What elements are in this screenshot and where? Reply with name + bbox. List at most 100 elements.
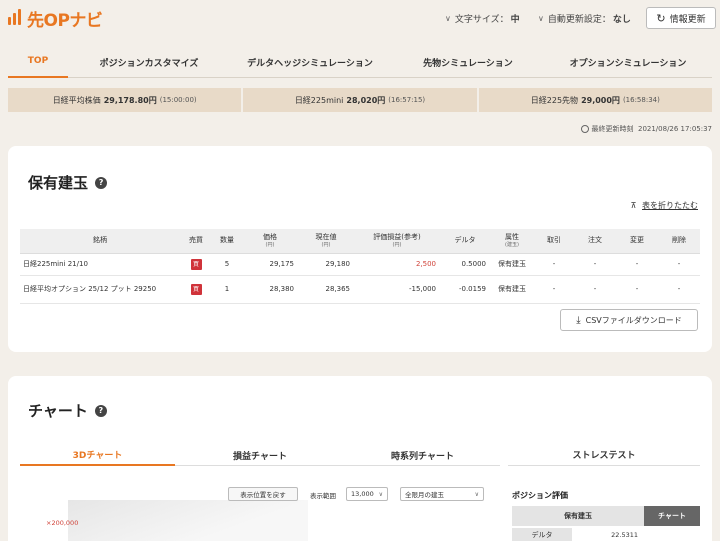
col-header: 現在値 (円): [298, 229, 354, 254]
price-value: 28,020円: [346, 95, 386, 105]
cell-price: 28,380: [242, 275, 298, 304]
last-updated: 最終更新時刻 2021/08/26 17:05:37: [580, 124, 712, 134]
buy-badge: 買: [190, 283, 202, 295]
chart-tabs: 3Dチャート 損益チャート 時系列チャート: [20, 444, 500, 466]
price-value: 29,178.80円: [103, 95, 157, 105]
tab-option-sim[interactable]: オプションシミュレーション: [553, 46, 703, 78]
position-eval-title: ポジション評価: [512, 491, 568, 500]
col-holding: 保有建玉: [512, 506, 644, 526]
col-header: 属性 (建玉): [490, 229, 534, 254]
cell-current: 29,180: [298, 253, 354, 276]
cell-order: -: [574, 253, 616, 276]
price-time: (16:57:15): [388, 96, 426, 104]
refresh-button-label: 情報更新: [669, 14, 706, 25]
range-select-value: 13,000: [351, 490, 374, 498]
cell-pl: -15,000: [354, 275, 440, 304]
chart-card: チャート ? 3Dチャート 損益チャート 時系列チャート ストレステスト ×20…: [8, 376, 712, 541]
position-eval-table: 保有建玉 チャート デルタ 22.5311: [512, 506, 700, 541]
buy-badge: 買: [190, 258, 202, 270]
tab-stress-test[interactable]: ストレステスト: [508, 444, 700, 466]
col-header: 削除: [658, 229, 700, 254]
download-icon: ⤓: [576, 314, 581, 326]
row-delta-value: 22.5311: [611, 531, 638, 539]
csv-download-label: CSVファイルダウンロード: [585, 315, 682, 325]
tab-top[interactable]: TOP: [8, 46, 68, 78]
cell-side: 買: [180, 253, 212, 276]
tab-pl-chart[interactable]: 損益チャート: [185, 444, 335, 466]
col-header: 価格 (円): [242, 229, 298, 254]
auto-refresh-value: なし: [612, 15, 631, 25]
cell-side: 買: [180, 275, 212, 304]
cell-attr: 保有建玉: [490, 275, 534, 304]
chart-3d-canvas[interactable]: [68, 500, 308, 541]
price-name: 日経225先物: [530, 95, 579, 105]
col-header: 売買: [180, 229, 212, 254]
cell-trade: -: [534, 253, 574, 276]
help-icon[interactable]: ?: [94, 404, 107, 417]
price-time: (15:00:00): [159, 96, 197, 104]
tab-timeseries-chart[interactable]: 時系列チャート: [345, 444, 500, 466]
price-nikkei-mini: 日経225mini 28,020円 (16:57:15): [243, 88, 477, 112]
range-select[interactable]: 13,000 ∨: [346, 487, 388, 501]
table-row[interactable]: 日経平均オプション 25/12 プット 29250 買 1 28,380 28,…: [20, 275, 700, 304]
holdings-title: 保有建玉 ?: [28, 172, 108, 193]
font-size-label: 文字サイズ：: [454, 15, 509, 25]
col-header: デルタ: [440, 229, 490, 254]
collapse-icon: ⊼: [630, 201, 637, 210]
font-size-setting[interactable]: ∨ 文字サイズ： 中: [445, 12, 520, 25]
cell-order: -: [574, 275, 616, 304]
cell-delta: -0.0159: [440, 275, 490, 304]
tab-position-customize[interactable]: ポジションカスタマイズ: [74, 46, 224, 78]
col-header: 銘柄: [20, 229, 180, 254]
help-icon[interactable]: ?: [95, 176, 108, 189]
last-updated-label: 最終更新時刻: [591, 125, 634, 133]
col-header: 変更: [616, 229, 658, 254]
col-header: 評価損益(参考) (円): [354, 229, 440, 254]
logo-bars-icon: [8, 9, 24, 27]
cell-current: 28,365: [298, 275, 354, 304]
price-bar: 日経平均株価 29,178.80円 (15:00:00) 日経225mini 2…: [8, 88, 712, 112]
auto-refresh-setting[interactable]: ∨ 自動更新設定： なし: [538, 12, 631, 25]
range-label: 表示範囲: [310, 492, 336, 500]
month-select-value: 全限月の建玉: [405, 491, 444, 499]
price-time: (16:58:34): [622, 96, 660, 104]
col-chart: チャート: [644, 506, 700, 526]
tab-delta-hedge[interactable]: デルタヘッジシミュレーション: [230, 46, 390, 78]
col-header: 取引: [534, 229, 574, 254]
reset-view-button[interactable]: 表示位置を戻す: [228, 487, 298, 501]
top-bar: 先OPナビ ∨ 文字サイズ： 中 ∨ 自動更新設定： なし ↻ 情報更新: [0, 0, 720, 40]
app-logo[interactable]: 先OPナビ: [8, 6, 103, 31]
collapse-table-label: 表を折りたたむ: [642, 201, 698, 210]
cell-attr: 保有建玉: [490, 253, 534, 276]
price-value: 29,000円: [581, 95, 620, 105]
cell-name: 日経225mini 21/10: [20, 253, 180, 276]
col-header: 数量: [212, 229, 242, 254]
chevron-down-icon: ∨: [474, 490, 479, 498]
y-axis-tick: ×200,000: [46, 519, 79, 527]
refresh-button[interactable]: ↻ 情報更新: [646, 7, 716, 29]
price-name: 日経平均株価: [52, 95, 101, 105]
cell-pl: 2,500: [354, 253, 440, 276]
price-nikkei-avg: 日経平均株価 29,178.80円 (15:00:00): [8, 88, 242, 112]
cell-name: 日経平均オプション 25/12 プット 29250: [20, 275, 180, 304]
holdings-title-text: 保有建玉: [28, 174, 89, 192]
tab-3d-chart[interactable]: 3Dチャート: [20, 444, 175, 466]
tab-futures-sim[interactable]: 先物シミュレーション: [403, 46, 533, 78]
holdings-table: 銘柄 売買 数量 価格 (円) 現在値 (円) 評価損益(参考) (円) デルタ 属性…: [20, 229, 700, 304]
chevron-down-icon: ∨: [538, 14, 544, 23]
table-header-row: 銘柄 売買 数量 価格 (円) 現在値 (円) 評価損益(参考) (円) デルタ 属性…: [20, 229, 700, 254]
csv-download-button[interactable]: ⤓ CSVファイルダウンロード: [560, 309, 698, 331]
cell-change: -: [616, 253, 658, 276]
price-name: 日経225mini: [294, 95, 344, 105]
last-updated-value: 2021/08/26 17:05:37: [637, 125, 712, 133]
cell-delete: -: [658, 253, 700, 276]
logo-text: 先OPナビ: [27, 10, 103, 31]
holdings-card: 保有建玉 ? ⊼ 表を折りたたむ 銘柄 売買 数量 価格 (円) 現在値 (円) 評…: [8, 146, 712, 352]
main-tabs: TOP ポジションカスタマイズ デルタヘッジシミュレーション 先物シミュレーショ…: [8, 46, 712, 78]
chart-title: チャート ?: [28, 400, 107, 421]
chart-title-text: チャート: [28, 402, 88, 420]
month-select[interactable]: 全限月の建玉 ∨: [400, 487, 484, 501]
row-delta-label: デルタ: [512, 528, 572, 541]
table-row[interactable]: 日経225mini 21/10 買 5 29,175 29,180 2,500 …: [20, 253, 700, 276]
collapse-table-link[interactable]: ⊼ 表を折りたたむ: [631, 200, 698, 211]
